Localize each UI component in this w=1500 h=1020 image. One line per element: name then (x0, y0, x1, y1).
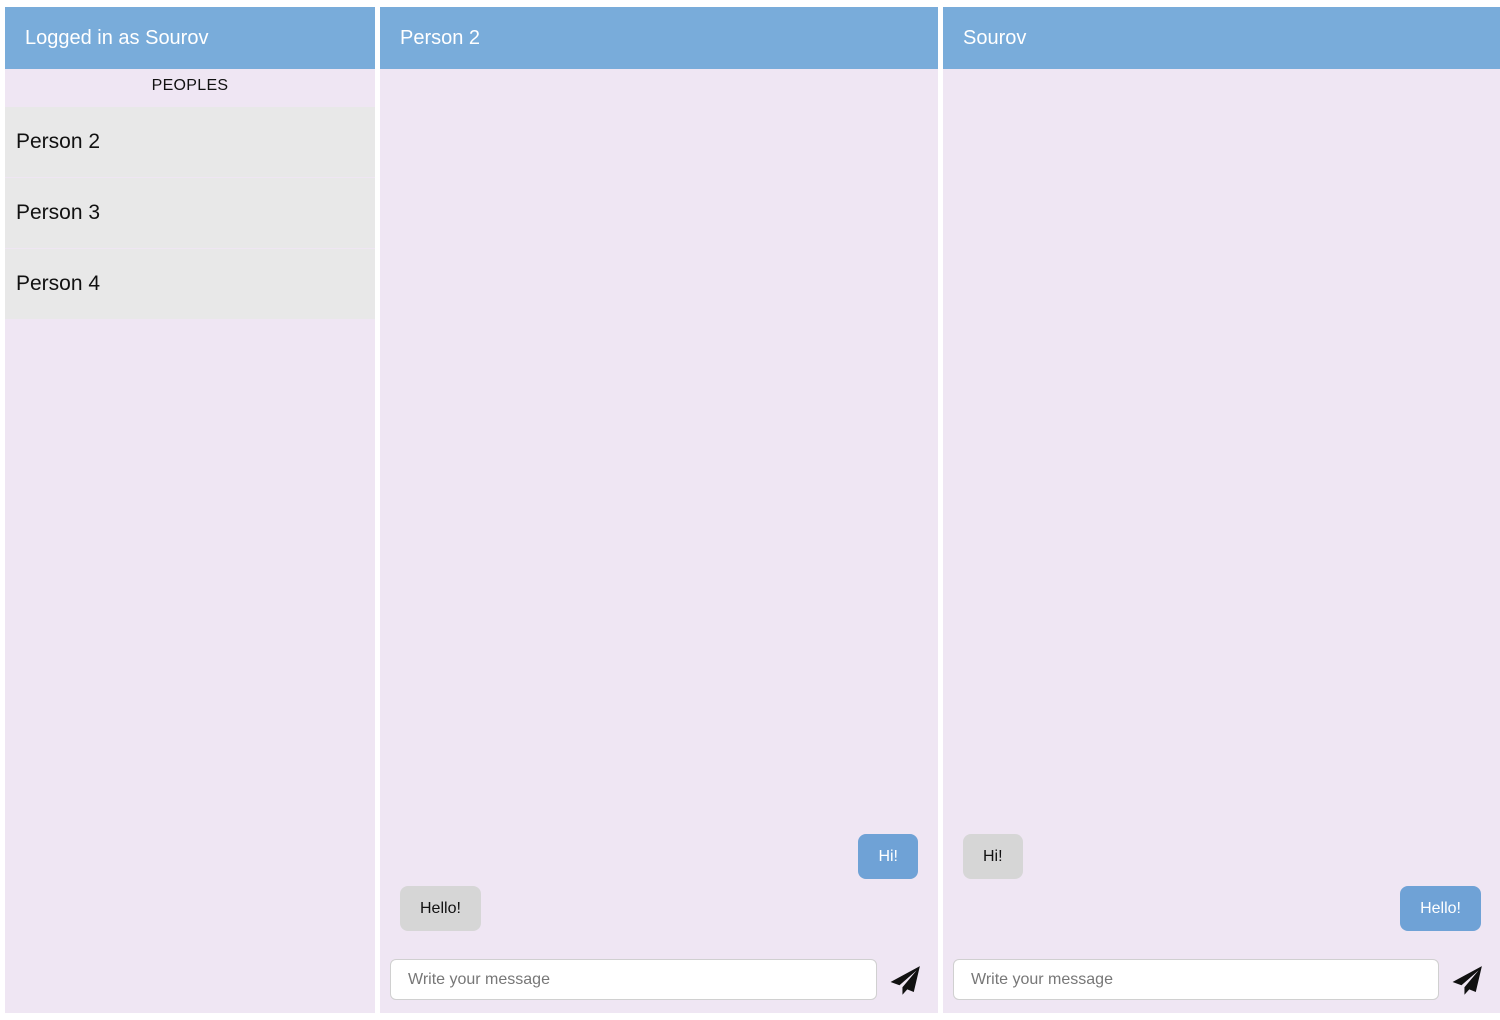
people-sidebar: Logged in as Sourov PEOPLES Person 2 Per… (5, 7, 375, 1013)
logged-in-header: Logged in as Sourov (5, 7, 375, 69)
paper-plane-icon (1450, 963, 1484, 997)
person-item-person-3[interactable]: Person 3 (5, 178, 375, 248)
chat-panel-sourov: Sourov Hi! Hello! (943, 7, 1500, 1013)
chat-title: Sourov (943, 7, 1500, 69)
message-bubble-received: Hello! (400, 886, 481, 931)
message-bubble-sent: Hello! (1400, 886, 1481, 931)
message-input[interactable] (390, 959, 877, 1000)
peoples-heading: PEOPLES (151, 77, 229, 94)
chat-title: Person 2 (380, 7, 938, 69)
send-button[interactable] (1450, 963, 1484, 997)
message-bubble-received: Hi! (963, 834, 1023, 879)
paper-plane-icon (888, 963, 922, 997)
person-item-person-4[interactable]: Person 4 (5, 249, 375, 319)
message-input[interactable] (953, 959, 1439, 1000)
chat-panel-person-2: Person 2 Hi! Hello! (380, 7, 938, 1013)
person-item-person-2[interactable]: Person 2 (5, 107, 375, 177)
send-button[interactable] (888, 963, 922, 997)
message-bubble-sent: Hi! (858, 834, 918, 879)
